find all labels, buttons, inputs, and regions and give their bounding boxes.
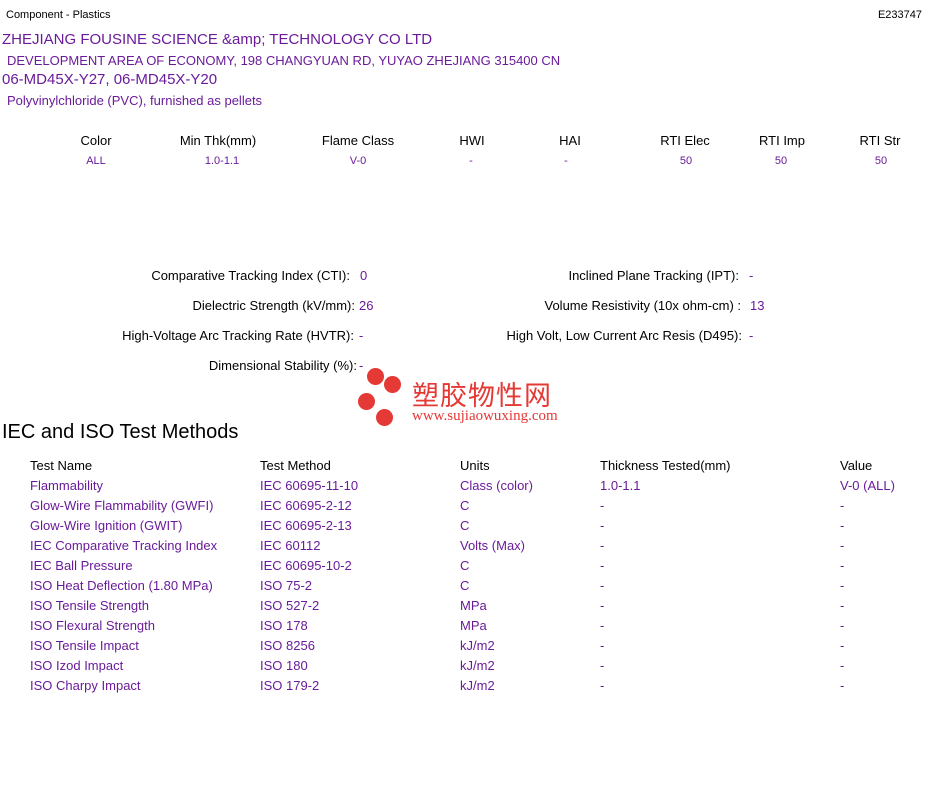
cell-units: MPa [460, 618, 487, 633]
ratings-header-color: Color [80, 133, 112, 148]
cell-units: MPa [460, 598, 487, 613]
cell-thickness: - [600, 678, 605, 693]
cell-value: - [840, 518, 845, 533]
property-value-hvtr: - [359, 328, 364, 343]
cell-test-method: ISO 527-2 [260, 598, 320, 613]
cell-value: - [840, 658, 845, 673]
property-label-d495: High Volt, Low Current Arc Resis (D495): [506, 328, 742, 343]
cell-test-name: ISO Flexural Strength [30, 618, 155, 633]
ratings-value-color: ALL [86, 155, 106, 167]
cell-value: - [840, 498, 845, 513]
cell-thickness: - [600, 578, 605, 593]
cell-value: - [840, 558, 845, 573]
cell-value: - [840, 618, 845, 633]
cell-thickness: - [600, 658, 605, 673]
cell-test-name: IEC Comparative Tracking Index [30, 538, 218, 553]
cell-test-method: IEC 60695-2-12 [260, 498, 352, 513]
cell-value: - [840, 638, 845, 653]
column-header-test-method: Test Method [260, 458, 331, 473]
property-label-cti: Comparative Tracking Index (CTI): [151, 268, 350, 283]
property-value-d495: - [749, 328, 754, 343]
section-title: IEC and ISO Test Methods [2, 421, 239, 443]
column-header-units: Units [460, 458, 490, 473]
cell-thickness: - [600, 598, 605, 613]
cell-test-name: Glow-Wire Ignition (GWIT) [30, 518, 183, 533]
property-label-dimensional-stability: Dimensional Stability (%): [208, 358, 357, 373]
property-label-dielectric-strength: Dielectric Strength (kV/mm): [192, 298, 355, 313]
cell-value: - [840, 538, 845, 553]
cell-thickness: - [600, 518, 605, 533]
ratings-value-hai: - [564, 155, 568, 167]
file-number: E233747 [877, 9, 922, 21]
cell-value: - [840, 678, 845, 693]
cell-units: C [460, 558, 470, 573]
cell-test-name: Glow-Wire Flammability (GWFI) [30, 498, 214, 513]
property-value-dielectric-strength: 26 [359, 298, 374, 313]
material-description: Polyvinylchloride (PVC), furnished as pe… [7, 93, 263, 108]
document-category: Component - Plastics [6, 9, 111, 21]
cell-test-name: IEC Ball Pressure [30, 558, 133, 573]
cell-test-name: ISO Izod Impact [30, 658, 124, 673]
cell-test-method: ISO 179-2 [260, 678, 320, 693]
cell-thickness: - [600, 538, 605, 553]
ratings-header-min-thk: Min Thk(mm) [179, 133, 257, 148]
cell-test-method: ISO 180 [260, 658, 308, 673]
property-label-hvtr: High-Voltage Arc Tracking Rate (HVTR): [122, 328, 354, 343]
cell-units: Volts (Max) [460, 538, 526, 553]
watermark-dot [384, 376, 401, 393]
cell-test-name: Flammability [30, 478, 103, 493]
property-label-ipt: Inclined Plane Tracking (IPT): [568, 268, 739, 283]
product-models: 06-MD45X-Y27, 06-MD45X-Y20 [2, 71, 218, 88]
cell-test-method: IEC 60695-11-10 [260, 478, 359, 493]
ratings-value-flame-class: V-0 [349, 155, 367, 167]
property-value-volume-resistivity: 13 [750, 298, 765, 313]
cell-test-method: IEC 60112 [260, 538, 321, 553]
ratings-header-hai: HAI [559, 133, 581, 148]
property-value-cti: 0 [360, 268, 368, 283]
cell-test-method: IEC 60695-2-13 [260, 518, 352, 533]
cell-units: C [460, 498, 470, 513]
cell-value: V-0 (ALL) [840, 478, 895, 493]
cell-test-name: ISO Tensile Impact [30, 638, 139, 653]
property-value-ipt: - [749, 268, 754, 283]
column-header-thickness: Thickness Tested(mm) [600, 458, 731, 473]
cell-test-method: IEC 60695-10-2 [260, 558, 352, 573]
ratings-header-rti-str: RTI Str [859, 133, 901, 148]
watermark-dot [376, 409, 393, 426]
cell-test-method: ISO 178 [260, 618, 308, 633]
ratings-value-rti-str: 50 [874, 155, 888, 167]
cell-thickness: - [600, 638, 605, 653]
cell-thickness: - [600, 618, 605, 633]
cell-test-method: ISO 75-2 [260, 578, 313, 593]
column-header-value: Value [840, 458, 873, 473]
cell-value: - [840, 598, 845, 613]
cell-units: kJ/m2 [460, 678, 495, 693]
ratings-value-min-thk: 1.0-1.1 [204, 155, 240, 167]
cell-thickness: - [600, 498, 605, 513]
company-name: ZHEJIANG FOUSINE SCIENCE &amp; TECHNOLOG… [2, 31, 433, 48]
cell-test-method: ISO 8256 [260, 638, 315, 653]
cell-units: kJ/m2 [460, 658, 495, 673]
cell-units: C [460, 578, 470, 593]
cell-thickness: 1.0-1.1 [600, 478, 641, 493]
watermark-url: www.sujiaowuxing.com [412, 408, 558, 424]
company-address: DEVELOPMENT AREA OF ECONOMY, 198 CHANGYU… [7, 53, 561, 68]
ratings-header-flame-class: Flame Class [321, 133, 395, 148]
property-value-dimensional-stability: - [359, 358, 364, 373]
cell-units: Class (color) [460, 478, 533, 493]
watermark-dot [358, 393, 375, 410]
cell-test-name: ISO Charpy Impact [30, 678, 141, 693]
cell-test-name: ISO Tensile Strength [30, 598, 149, 613]
cell-units: kJ/m2 [460, 638, 495, 653]
property-label-volume-resistivity: Volume Resistivity (10x ohm-cm) : [544, 298, 742, 313]
watermark-dot [367, 368, 384, 385]
cell-units: C [460, 518, 470, 533]
cell-value: - [840, 578, 845, 593]
cell-test-name: ISO Heat Deflection (1.80 MPa) [30, 578, 213, 593]
cell-thickness: - [600, 558, 605, 573]
column-header-test-name: Test Name [30, 458, 93, 473]
